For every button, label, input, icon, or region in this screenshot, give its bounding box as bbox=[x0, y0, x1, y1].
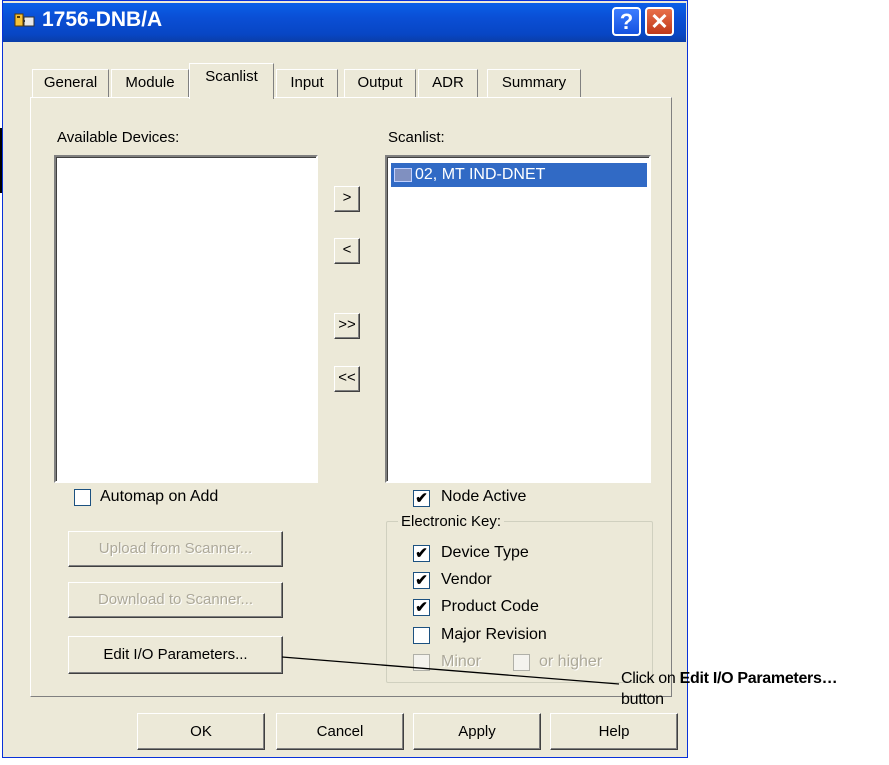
cancel-button[interactable]: Cancel bbox=[276, 713, 404, 750]
apply-button[interactable]: Apply bbox=[413, 713, 541, 750]
checkmark-icon: ✔ bbox=[415, 545, 428, 562]
tab-general[interactable]: General bbox=[32, 69, 109, 97]
add-all-button[interactable]: >> bbox=[334, 313, 360, 339]
tab-output[interactable]: Output bbox=[344, 69, 416, 97]
checkmark-icon: ✔ bbox=[415, 490, 428, 507]
scanlist-list[interactable]: 02, MT IND-DNET bbox=[385, 155, 651, 483]
electronic-key-legend: Electronic Key: bbox=[398, 513, 505, 531]
edit-io-parameters-button[interactable]: Edit I/O Parameters... bbox=[68, 636, 283, 674]
tab-input[interactable]: Input bbox=[276, 69, 338, 97]
or-higher-checkbox[interactable] bbox=[513, 654, 530, 671]
callout-prefix: Click on bbox=[621, 670, 680, 687]
list-item[interactable]: 02, MT IND-DNET bbox=[391, 163, 647, 187]
window-title: 1756-DNB/A bbox=[42, 8, 163, 31]
device-type-label: Device Type bbox=[441, 544, 529, 561]
vendor-checkbox[interactable]: ✔ bbox=[413, 572, 430, 589]
scanlist-item-label: 02, MT IND-DNET bbox=[415, 166, 546, 183]
ok-button[interactable]: OK bbox=[137, 713, 265, 750]
major-revision-label: Major Revision bbox=[441, 626, 547, 643]
tab-adr[interactable]: ADR bbox=[418, 69, 478, 97]
automap-label: Automap on Add bbox=[100, 488, 219, 505]
available-devices-label: Available Devices: bbox=[57, 129, 180, 146]
tab-summary[interactable]: Summary bbox=[487, 69, 581, 97]
upload-from-scanner-button[interactable]: Upload from Scanner... bbox=[68, 531, 283, 567]
available-devices-list[interactable] bbox=[54, 155, 318, 483]
help-button[interactable]: Help bbox=[550, 713, 678, 750]
callout-suffix: button bbox=[621, 691, 664, 708]
help-title-button[interactable]: ? bbox=[612, 7, 641, 36]
minor-checkbox[interactable] bbox=[413, 654, 430, 671]
module-icon bbox=[14, 13, 35, 27]
close-icon: ✕ bbox=[650, 9, 669, 34]
minor-label: Minor bbox=[441, 653, 482, 670]
node-active-checkbox[interactable]: ✔ bbox=[413, 490, 430, 507]
callout-annotation: Click on Edit I/O Parameters… button bbox=[621, 668, 838, 710]
checkmark-icon: ✔ bbox=[415, 599, 428, 616]
product-code-label: Product Code bbox=[441, 598, 539, 615]
device-type-checkbox[interactable]: ✔ bbox=[413, 545, 430, 562]
tab-module[interactable]: Module bbox=[111, 69, 189, 97]
vendor-label: Vendor bbox=[441, 571, 492, 588]
add-device-button[interactable]: > bbox=[334, 186, 360, 212]
close-button[interactable]: ✕ bbox=[645, 7, 674, 36]
download-to-scanner-button[interactable]: Download to Scanner... bbox=[68, 582, 283, 618]
tab-scanlist[interactable]: Scanlist bbox=[189, 63, 274, 99]
automap-checkbox[interactable] bbox=[74, 489, 91, 506]
scanlist-label: Scanlist: bbox=[388, 129, 445, 146]
checkmark-icon: ✔ bbox=[415, 572, 428, 589]
remove-all-button[interactable]: << bbox=[334, 366, 360, 392]
node-active-label: Node Active bbox=[441, 488, 527, 505]
device-icon bbox=[394, 168, 412, 182]
remove-device-button[interactable]: < bbox=[334, 238, 360, 264]
major-revision-checkbox[interactable] bbox=[413, 627, 430, 644]
or-higher-label: or higher bbox=[539, 653, 603, 670]
question-icon: ? bbox=[619, 9, 634, 34]
callout-bold: Edit I/O Parameters… bbox=[679, 670, 838, 687]
product-code-checkbox[interactable]: ✔ bbox=[413, 599, 430, 616]
